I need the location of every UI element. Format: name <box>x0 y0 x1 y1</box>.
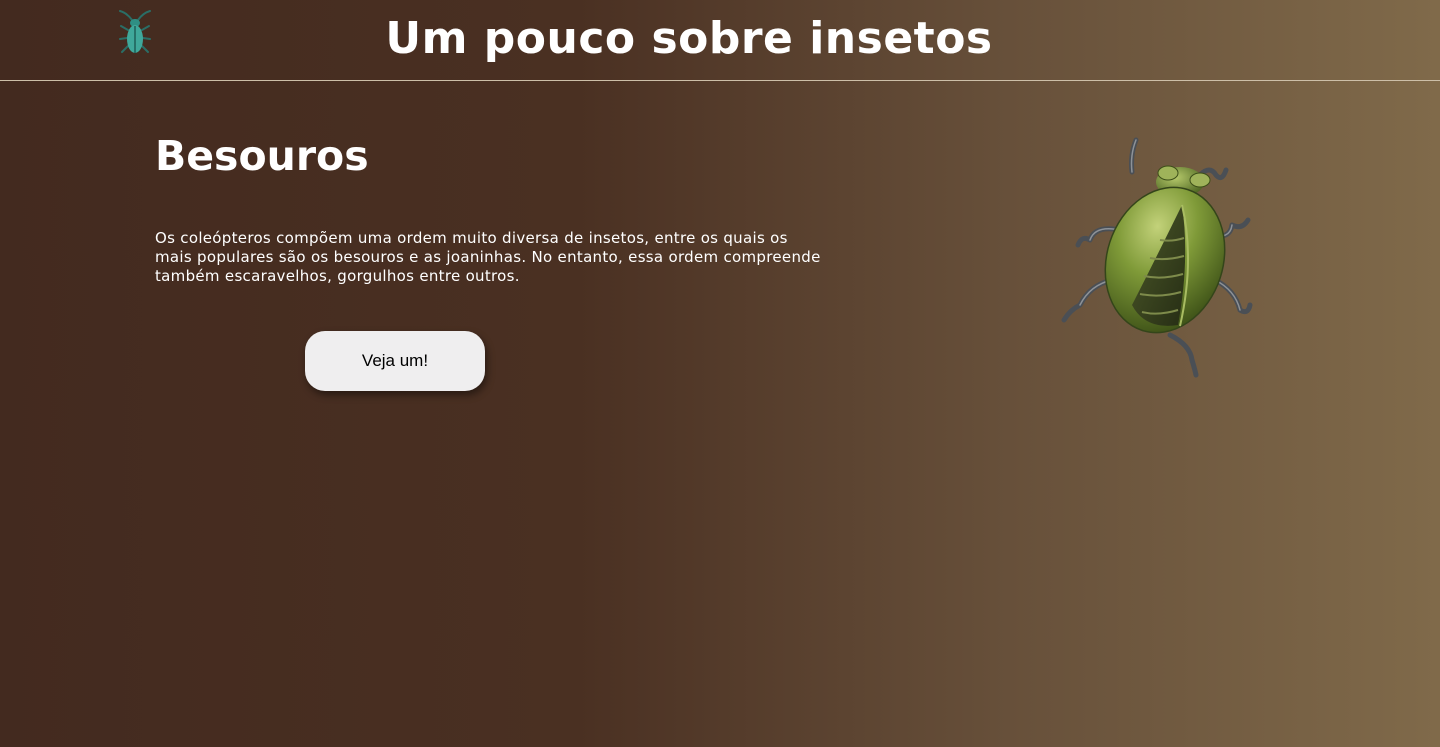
see-one-button[interactable]: Veja um! <box>305 331 485 391</box>
green-beetle-illustration <box>1050 130 1270 380</box>
page-title: Um pouco sobre insetos <box>385 13 993 64</box>
section-title: Besouros <box>155 132 369 180</box>
site-header: Um pouco sobre insetos <box>0 0 1440 81</box>
section-description: Os coleópteros compõem uma ordem muito d… <box>155 229 821 285</box>
